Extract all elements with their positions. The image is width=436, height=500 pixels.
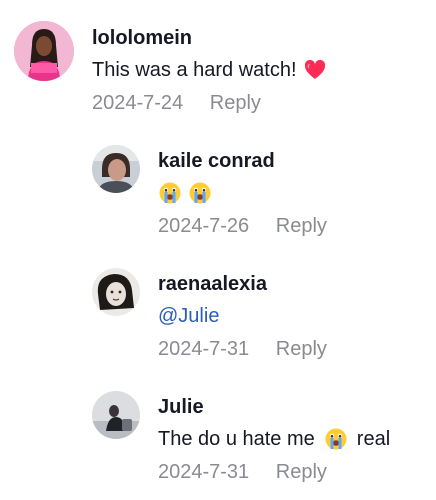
comment-item: raenaalexia @Julie 2024-7-31 Reply xyxy=(0,253,436,376)
comment-item: Julie The do u hate me real 2024-7-31 Re… xyxy=(0,376,436,500)
comment-text-content: The do u hate me xyxy=(158,428,315,450)
avatar[interactable] xyxy=(92,391,140,439)
avatar[interactable] xyxy=(14,21,74,81)
comment-text: @Julie xyxy=(158,304,428,328)
reply-button[interactable]: Reply xyxy=(210,92,261,114)
reply-button[interactable]: Reply xyxy=(276,461,327,483)
comment-username[interactable]: Julie xyxy=(158,395,428,419)
comment-text-content: This was a hard watch! xyxy=(92,59,297,81)
comment-date: 2024-7-31 xyxy=(158,338,250,360)
comment-date: 2024-7-31 xyxy=(158,461,250,483)
mention-link[interactable]: @Julie xyxy=(158,304,219,328)
comment-meta: 2024-7-31 Reply xyxy=(158,460,428,484)
crying-face-icon xyxy=(188,181,212,205)
heart-icon xyxy=(303,58,327,82)
reply-button[interactable]: Reply xyxy=(276,338,327,360)
avatar[interactable] xyxy=(92,145,140,193)
comment-meta: 2024-7-24 Reply xyxy=(92,91,428,115)
avatar[interactable] xyxy=(92,268,140,316)
comment-date: 2024-7-26 xyxy=(158,215,250,237)
comment-meta: 2024-7-31 Reply xyxy=(158,337,428,361)
comment-text: The do u hate me real xyxy=(158,427,428,451)
crying-face-icon xyxy=(158,181,182,205)
crying-face-icon xyxy=(324,427,348,451)
comment-meta: 2024-7-26 Reply xyxy=(158,214,428,238)
comment-item: lololomein This was a hard watch! 2024-7… xyxy=(0,0,436,130)
comment-item: kaile conrad 2024-7-26 Reply xyxy=(0,130,436,253)
comment-text xyxy=(158,181,428,205)
comment-username[interactable]: kaile conrad xyxy=(158,149,428,173)
comment-username[interactable]: raenaalexia xyxy=(158,272,428,296)
comment-date: 2024-7-24 xyxy=(92,92,184,114)
reply-button[interactable]: Reply xyxy=(276,215,327,237)
comment-username[interactable]: lololomein xyxy=(92,26,428,50)
comment-text-content: real xyxy=(356,428,391,450)
comment-text: This was a hard watch! xyxy=(92,58,428,82)
